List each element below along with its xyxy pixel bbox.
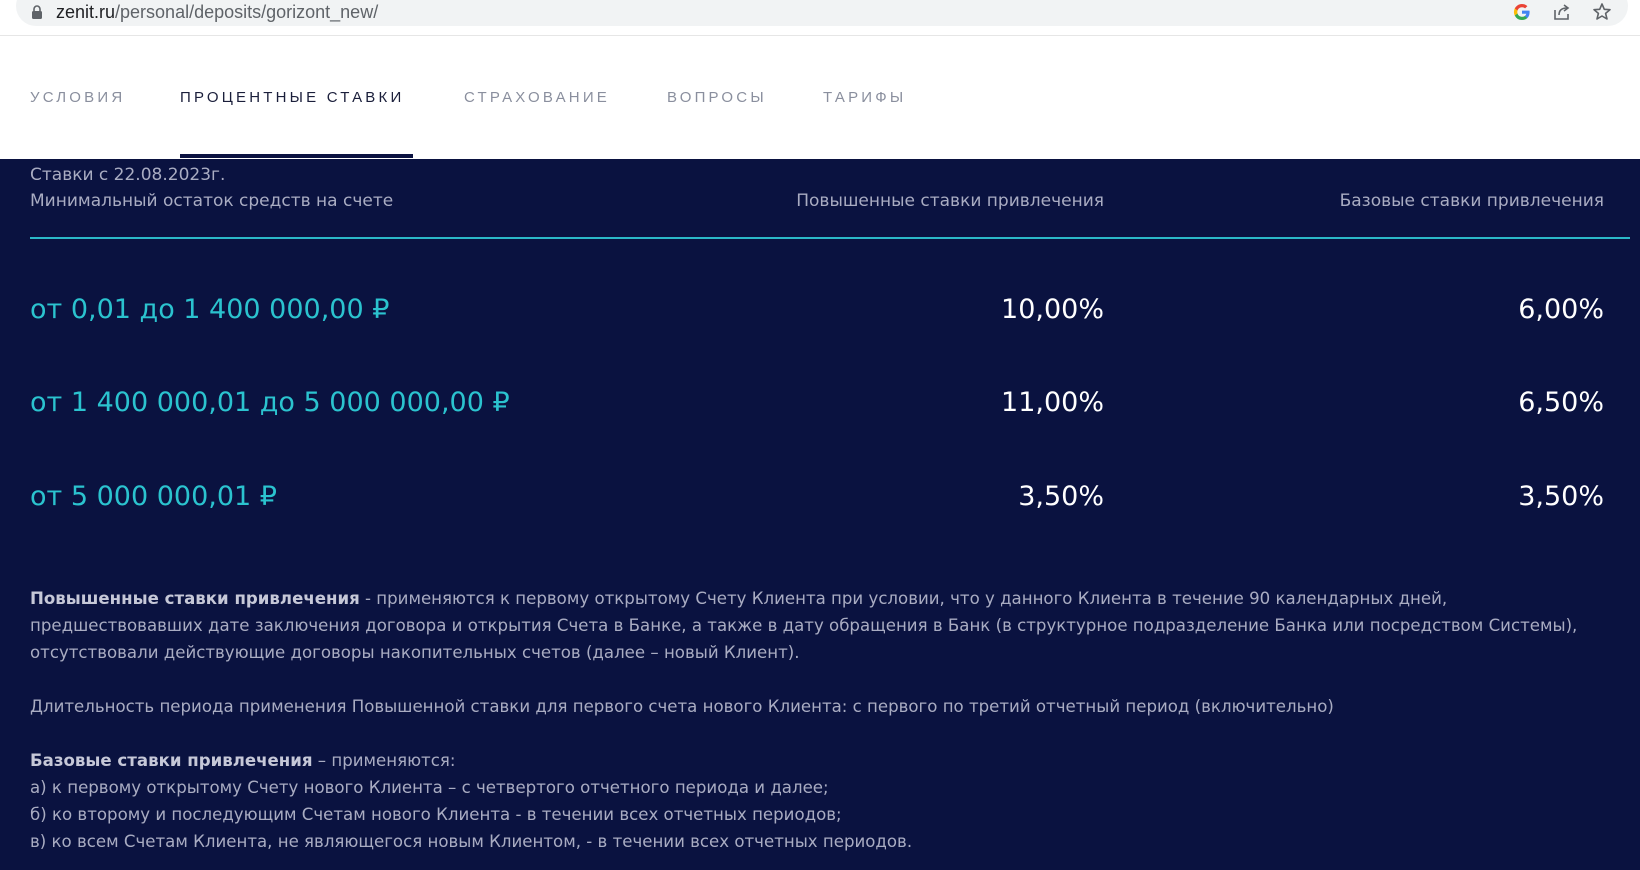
- increased-rate: 11,00%: [1001, 387, 1104, 418]
- note-increased-rates: Повышенные ставки привлечения - применяю…: [30, 585, 1620, 666]
- note-base-rates-text: – применяются:: [312, 751, 456, 770]
- share-icon[interactable]: [1552, 2, 1572, 22]
- note-base-rates-item: в) ко всем Счетам Клиента, не являющегос…: [30, 832, 913, 851]
- balance-range: от 1 400 000,01 до 5 000 000,00 ₽: [30, 387, 510, 418]
- tab-insurance[interactable]: СТРАХОВАНИЕ: [464, 89, 610, 106]
- url-host: zenit.ru: [56, 2, 116, 22]
- url-path: /personal/deposits/gorizont_new/: [115, 2, 379, 22]
- rates-section: Ставки с 22.08.2023г. Минимальный остато…: [0, 159, 1640, 870]
- note-base-rates-item: а) к первому открытому Счету нового Клие…: [30, 778, 829, 797]
- tab-questions[interactable]: ВОПРОСЫ: [667, 89, 767, 106]
- base-rate: 6,50%: [1518, 387, 1604, 418]
- google-icon[interactable]: [1512, 2, 1532, 22]
- note-base-rates-item: б) ко второму и последующим Счетам новог…: [30, 805, 842, 824]
- column-header-increased-rates: Повышенные ставки привлечения: [796, 191, 1104, 211]
- tab-interest-rates[interactable]: ПРОЦЕНТНЫЕ СТАВКИ: [180, 89, 404, 106]
- active-tab-indicator: [180, 154, 413, 158]
- rates-date-note: Ставки с 22.08.2023г.: [30, 165, 226, 185]
- browser-toolbar: zenit.ru/personal/deposits/gorizont_new/: [0, 0, 1640, 36]
- column-header-base-rates: Базовые ставки привлечения: [1339, 191, 1604, 211]
- lock-icon[interactable]: [31, 5, 43, 19]
- tab-bar: УСЛОВИЯ ПРОЦЕНТНЫЕ СТАВКИ СТРАХОВАНИЕ ВО…: [0, 37, 1640, 159]
- base-rate: 6,00%: [1518, 294, 1604, 325]
- increased-rate: 3,50%: [1018, 481, 1104, 512]
- tab-tariffs[interactable]: ТАРИФЫ: [823, 89, 906, 106]
- header-divider: [30, 237, 1630, 239]
- table-row: от 0,01 до 1 400 000,00 ₽ 10,00% 6,00%: [0, 292, 1640, 332]
- column-header-min-balance: Минимальный остаток средств на счете: [30, 191, 394, 211]
- note-base-rates: Базовые ставки привлечения – применяются…: [30, 747, 1620, 774]
- url-text[interactable]: zenit.ru/personal/deposits/gorizont_new/: [56, 1, 378, 23]
- increased-rate: 10,00%: [1001, 294, 1104, 325]
- note-period-duration: Длительность периода применения Повышенн…: [30, 697, 1334, 716]
- base-rate: 3,50%: [1518, 481, 1604, 512]
- balance-range: от 5 000 000,01 ₽: [30, 481, 277, 512]
- note-base-rates-title: Базовые ставки привлечения: [30, 751, 313, 770]
- tab-conditions[interactable]: УСЛОВИЯ: [30, 89, 125, 106]
- table-row: от 5 000 000,01 ₽ 3,50% 3,50%: [0, 479, 1640, 519]
- rates-notes: Повышенные ставки привлечения - применяю…: [30, 585, 1620, 855]
- note-increased-rates-title: Повышенные ставки привлечения: [30, 589, 360, 608]
- balance-range: от 0,01 до 1 400 000,00 ₽: [30, 294, 390, 325]
- star-icon[interactable]: [1592, 2, 1612, 22]
- table-row: от 1 400 000,01 до 5 000 000,00 ₽ 11,00%…: [0, 385, 1640, 425]
